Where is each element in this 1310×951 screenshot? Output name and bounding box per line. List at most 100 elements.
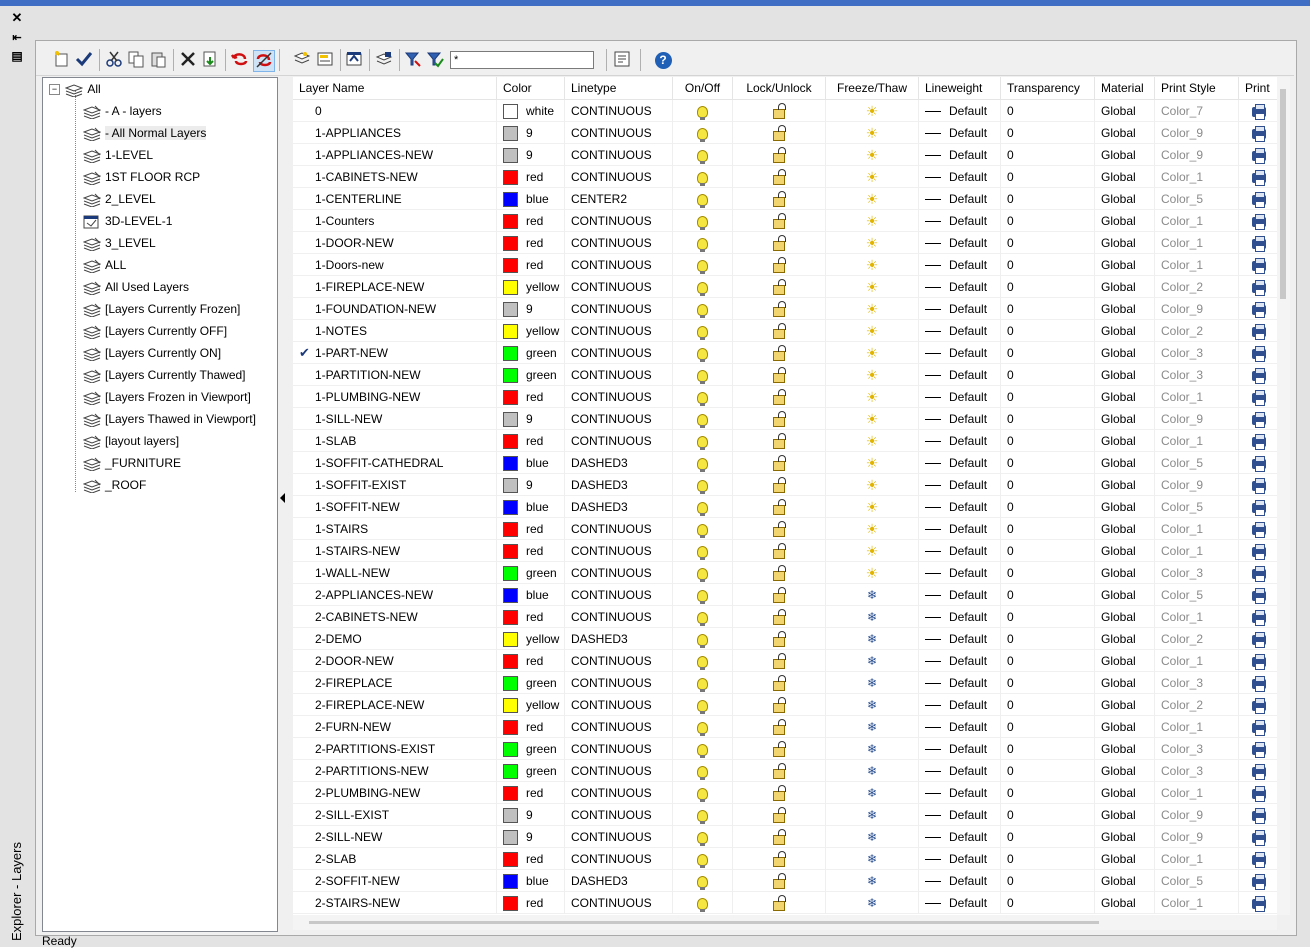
color-cell[interactable]: red (497, 518, 565, 540)
export-icon[interactable] (200, 50, 220, 70)
material-cell[interactable]: Global (1095, 760, 1155, 782)
linetype-cell[interactable]: CONTINUOUS (565, 276, 673, 298)
lineweight-cell[interactable]: Default (919, 518, 1001, 540)
lineweight-cell[interactable]: Default (919, 452, 1001, 474)
freeze-toggle[interactable]: ❄ (826, 738, 919, 760)
delete-icon[interactable] (178, 50, 198, 70)
color-cell[interactable]: green (497, 342, 565, 364)
freeze-toggle[interactable]: ☀ (826, 254, 919, 276)
lineweight-cell[interactable]: Default (919, 430, 1001, 452)
freeze-toggle[interactable]: ❄ (826, 782, 919, 804)
lock-toggle[interactable] (733, 430, 826, 452)
material-cell[interactable]: Global (1095, 408, 1155, 430)
freeze-toggle[interactable]: ☀ (826, 386, 919, 408)
layer-name-cell[interactable]: 2-PLUMBING-NEW (293, 782, 497, 804)
on-off-toggle[interactable] (673, 496, 733, 518)
layer-row[interactable]: 1-PLUMBING-NEW red CONTINUOUS ☀ Default 0 Glob… (293, 386, 1277, 408)
transparency-cell[interactable]: 0 (1001, 364, 1095, 386)
on-off-toggle[interactable] (673, 232, 733, 254)
material-cell[interactable]: Global (1095, 342, 1155, 364)
plot-toggle[interactable] (1239, 276, 1277, 298)
transparency-cell[interactable]: 0 (1001, 848, 1095, 870)
print-style-cell[interactable]: Color_9 (1155, 298, 1239, 320)
plot-toggle[interactable] (1239, 650, 1277, 672)
lock-toggle[interactable] (733, 716, 826, 738)
tree-node[interactable]: All Used Layers (82, 277, 189, 297)
material-cell[interactable]: Global (1095, 254, 1155, 276)
layer-name-cell[interactable]: 0 (293, 100, 497, 122)
plot-toggle[interactable] (1239, 100, 1277, 122)
linetype-cell[interactable]: CONTINUOUS (565, 606, 673, 628)
plot-toggle[interactable] (1239, 232, 1277, 254)
color-cell[interactable]: red (497, 430, 565, 452)
layer-row[interactable]: 2-DEMO yellow DASHED3 ❄ Default 0 Global Color_… (293, 628, 1277, 650)
collapse-arrow-icon[interactable] (280, 493, 285, 503)
material-cell[interactable]: Global (1095, 716, 1155, 738)
freeze-toggle[interactable]: ☀ (826, 166, 919, 188)
transparency-cell[interactable]: 0 (1001, 408, 1095, 430)
lineweight-cell[interactable]: Default (919, 716, 1001, 738)
linetype-cell[interactable]: CONTINUOUS (565, 760, 673, 782)
print-style-cell[interactable]: Color_1 (1155, 606, 1239, 628)
on-off-toggle[interactable] (673, 584, 733, 606)
plot-toggle[interactable] (1239, 496, 1277, 518)
material-cell[interactable]: Global (1095, 386, 1155, 408)
on-off-toggle[interactable] (673, 760, 733, 782)
freeze-toggle[interactable]: ❄ (826, 848, 919, 870)
on-off-toggle[interactable] (673, 188, 733, 210)
layer-row[interactable]: 1-CENTERLINE blue CENTER2 ☀ Default 0 Global Co… (293, 188, 1277, 210)
lock-toggle[interactable] (733, 298, 826, 320)
freeze-toggle[interactable]: ❄ (826, 628, 919, 650)
layer-name-cell[interactable]: 1-STAIRS-NEW (293, 540, 497, 562)
layer-name-cell[interactable]: 2-SILL-EXIST (293, 804, 497, 826)
filter-funnel-icon[interactable] (403, 50, 423, 70)
print-style-cell[interactable]: Color_3 (1155, 342, 1239, 364)
lineweight-cell[interactable]: Default (919, 342, 1001, 364)
plot-toggle[interactable] (1239, 210, 1277, 232)
layer-name-cell[interactable]: 1-SOFFIT-NEW (293, 496, 497, 518)
lock-toggle[interactable] (733, 826, 826, 848)
color-cell[interactable]: red (497, 892, 565, 914)
transparency-cell[interactable]: 0 (1001, 210, 1095, 232)
layer-name-cell[interactable]: 1-NOTES (293, 320, 497, 342)
transparency-cell[interactable]: 0 (1001, 606, 1095, 628)
on-off-toggle[interactable] (673, 870, 733, 892)
color-cell[interactable]: red (497, 782, 565, 804)
auto-hide-icon[interactable]: ⇤ (9, 30, 25, 46)
transparency-cell[interactable]: 0 (1001, 474, 1095, 496)
material-cell[interactable]: Global (1095, 100, 1155, 122)
color-cell[interactable]: yellow (497, 320, 565, 342)
print-style-cell[interactable]: Color_2 (1155, 694, 1239, 716)
linetype-cell[interactable]: CONTINUOUS (565, 232, 673, 254)
layer-row[interactable]: 2-STAIRS-NEW red CONTINUOUS ❄ Default 0 Global… (293, 892, 1277, 914)
print-style-cell[interactable]: Color_3 (1155, 738, 1239, 760)
print-style-cell[interactable]: Color_3 (1155, 760, 1239, 782)
material-cell[interactable]: Global (1095, 298, 1155, 320)
color-cell[interactable]: green (497, 562, 565, 584)
linetype-cell[interactable]: CONTINUOUS (565, 144, 673, 166)
transparency-cell[interactable]: 0 (1001, 738, 1095, 760)
print-style-cell[interactable]: Color_5 (1155, 496, 1239, 518)
lineweight-cell[interactable]: Default (919, 386, 1001, 408)
freeze-toggle[interactable]: ☀ (826, 518, 919, 540)
linetype-cell[interactable]: CONTINUOUS (565, 518, 673, 540)
color-cell[interactable]: red (497, 254, 565, 276)
color-cell[interactable]: blue (497, 188, 565, 210)
layer-name-cell[interactable]: 1-WALL-NEW (293, 562, 497, 584)
column-header-layer-name[interactable]: Layer Name (293, 77, 497, 99)
transparency-cell[interactable]: 0 (1001, 562, 1095, 584)
color-cell[interactable]: green (497, 672, 565, 694)
lock-toggle[interactable] (733, 584, 826, 606)
lock-toggle[interactable] (733, 804, 826, 826)
plot-toggle[interactable] (1239, 188, 1277, 210)
lock-toggle[interactable] (733, 892, 826, 914)
freeze-toggle[interactable]: ❄ (826, 694, 919, 716)
linetype-cell[interactable]: CONTINUOUS (565, 562, 673, 584)
color-cell[interactable]: white (497, 100, 565, 122)
lock-toggle[interactable] (733, 144, 826, 166)
properties-menu-icon[interactable]: ▤ (9, 48, 25, 64)
lock-toggle[interactable] (733, 276, 826, 298)
color-cell[interactable]: blue (497, 452, 565, 474)
tree-node[interactable]: [Layers Thawed in Viewport] (82, 409, 256, 429)
transparency-cell[interactable]: 0 (1001, 100, 1095, 122)
